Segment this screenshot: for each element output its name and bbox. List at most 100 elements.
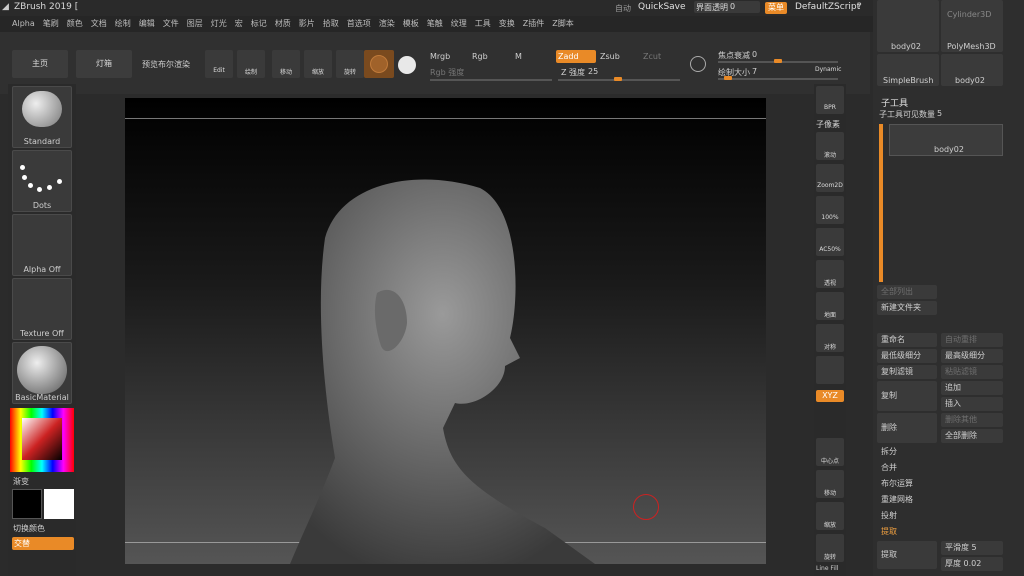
rgb-button[interactable]: Rgb bbox=[472, 52, 488, 61]
dynamic-button[interactable]: Dynamic bbox=[815, 66, 841, 73]
switch-color-button[interactable]: 切换颜色 bbox=[13, 523, 45, 534]
interface-transparency-slider[interactable]: 界面透明 0 bbox=[694, 1, 760, 13]
home-button[interactable]: 主页 bbox=[12, 50, 68, 78]
draw-size-knob[interactable] bbox=[724, 76, 732, 80]
extract-button[interactable]: 提取 bbox=[877, 541, 937, 569]
zadd-button[interactable]: Zadd bbox=[556, 50, 596, 63]
menu-color[interactable]: 颜色 bbox=[67, 16, 83, 32]
tool-thumb-polymesh[interactable]: Cylinder3D PolyMesh3D bbox=[941, 0, 1003, 52]
lock-icon[interactable] bbox=[816, 356, 844, 384]
quicksave-button[interactable]: QuickSave bbox=[638, 2, 686, 12]
tool-thumb-simplebrush[interactable]: SimpleBrush bbox=[877, 54, 939, 86]
material-thumb[interactable]: BasicMaterial bbox=[12, 342, 72, 404]
delete-all-button[interactable]: 全部删除 bbox=[941, 429, 1003, 443]
append-button[interactable]: 追加 bbox=[941, 381, 1003, 395]
focal-shift-knob[interactable] bbox=[774, 59, 782, 63]
move-button[interactable]: 移动 bbox=[272, 50, 300, 78]
menu-macro[interactable]: 宏 bbox=[235, 16, 243, 32]
delete-button[interactable]: 删除 bbox=[877, 413, 937, 443]
menu-tool[interactable]: 工具 bbox=[475, 16, 491, 32]
menu-zplugin[interactable]: Z插件 bbox=[523, 16, 544, 32]
merge-section[interactable]: 合并 bbox=[877, 461, 897, 475]
menu-alpha[interactable]: Alpha bbox=[12, 16, 35, 32]
stroke-dots-thumb[interactable]: Dots bbox=[12, 150, 72, 212]
color-picker[interactable] bbox=[10, 408, 74, 472]
menu-stencil[interactable]: 模板 bbox=[403, 16, 419, 32]
menu-texture[interactable]: 纹理 bbox=[451, 16, 467, 32]
rename-button[interactable]: 重命名 bbox=[877, 333, 937, 347]
bpr-preview-button[interactable]: 预览布尔渲染 bbox=[142, 59, 190, 70]
delete-other-button[interactable]: 删除其他 bbox=[941, 413, 1003, 427]
m-button[interactable]: M bbox=[515, 52, 522, 61]
z-intensity-knob[interactable] bbox=[614, 77, 622, 81]
perspective-button[interactable]: 透视 bbox=[816, 260, 844, 288]
duplicate-button[interactable]: 复制 bbox=[877, 381, 937, 411]
highest-subdiv-button[interactable]: 最高级细分 bbox=[941, 349, 1003, 363]
menu-draw[interactable]: 绘制 bbox=[115, 16, 131, 32]
scroll-button[interactable]: 滚动 bbox=[816, 132, 844, 160]
brush-standard-thumb[interactable]: Standard bbox=[12, 86, 72, 148]
subtool-item[interactable]: body02 bbox=[889, 124, 1003, 156]
menu-button[interactable]: 菜单 bbox=[765, 2, 787, 14]
menu-movie[interactable]: 影片 bbox=[299, 16, 315, 32]
paste-filter-button[interactable]: 粘贴滤镜 bbox=[941, 365, 1003, 379]
list-all-button[interactable]: 全部列出 bbox=[877, 285, 937, 299]
tool-thumb-body02-2[interactable]: body02 bbox=[941, 54, 1003, 86]
menu-material[interactable]: 材质 bbox=[275, 16, 291, 32]
auto-reorder-button[interactable]: 自动重排 bbox=[941, 333, 1003, 347]
material-swatch-icon[interactable] bbox=[364, 50, 394, 78]
texture-off-thumb[interactable]: Texture Off bbox=[12, 278, 72, 340]
menu-zscript[interactable]: Z脚本 bbox=[552, 16, 573, 32]
gyroscope-icon[interactable] bbox=[398, 56, 416, 74]
xyz-button[interactable]: XYZ bbox=[816, 390, 844, 402]
menu-picker[interactable]: 拾取 bbox=[323, 16, 339, 32]
thickness-slider[interactable]: 厚度 0.02 bbox=[941, 557, 1003, 571]
gradient-label[interactable]: 渐变 bbox=[13, 476, 29, 487]
boolean-section[interactable]: 布尔运算 bbox=[877, 477, 913, 491]
subtool-scrollbar[interactable] bbox=[879, 124, 883, 282]
smoothness-slider[interactable]: 平滑度 5 bbox=[941, 541, 1003, 555]
help-icon[interactable]: ? bbox=[857, 2, 862, 12]
menu-preferences[interactable]: 首选项 bbox=[347, 16, 371, 32]
rgb-intensity-slider[interactable] bbox=[430, 79, 552, 81]
rotate-view-button[interactable]: 旋转 bbox=[816, 534, 844, 562]
line-fill-button[interactable]: Line Fill bbox=[816, 565, 838, 572]
half-size-button[interactable]: AC50% bbox=[816, 228, 844, 256]
scale-button[interactable]: 缩放 bbox=[304, 50, 332, 78]
insert-button[interactable]: 插入 bbox=[941, 397, 1003, 411]
menu-layer[interactable]: 图层 bbox=[187, 16, 203, 32]
symmetry-button[interactable]: 对称 bbox=[816, 324, 844, 352]
zoom2d-button[interactable]: Zoom2D bbox=[816, 164, 844, 192]
draw-button[interactable]: 绘制 bbox=[237, 50, 265, 78]
alternate-button[interactable]: 交替 bbox=[12, 537, 74, 550]
floor-button[interactable]: 地面 bbox=[816, 292, 844, 320]
draw-size-slider[interactable] bbox=[718, 78, 838, 80]
menu-edit[interactable]: 编辑 bbox=[139, 16, 155, 32]
extract-section[interactable]: 提取 bbox=[877, 525, 897, 539]
split-section[interactable]: 拆分 bbox=[877, 445, 897, 459]
actual-size-button[interactable]: 100% bbox=[816, 196, 844, 224]
menu-marker[interactable]: 标记 bbox=[251, 16, 267, 32]
mrgb-button[interactable]: Mrgb bbox=[430, 52, 450, 61]
lowest-subdiv-button[interactable]: 最低级细分 bbox=[877, 349, 937, 363]
new-folder-button[interactable]: 新建文件夹 bbox=[877, 301, 937, 315]
project-section[interactable]: 投射 bbox=[877, 509, 897, 523]
menu-brush[interactable]: 笔刷 bbox=[43, 16, 59, 32]
tool-thumb-body02[interactable]: body02 bbox=[877, 0, 939, 52]
rotate-button[interactable]: 旋转 bbox=[336, 50, 364, 78]
subtool-header[interactable]: 子工具 bbox=[881, 96, 908, 109]
menu-light[interactable]: 灯光 bbox=[211, 16, 227, 32]
menu-transform[interactable]: 变换 bbox=[499, 16, 515, 32]
sculptris-pro-icon[interactable] bbox=[690, 56, 706, 72]
copy-filter-button[interactable]: 复制滤镜 bbox=[877, 365, 937, 379]
menu-stroke[interactable]: 笔触 bbox=[427, 16, 443, 32]
secondary-color-swatch[interactable] bbox=[44, 489, 74, 519]
alpha-off-thumb[interactable]: Alpha Off bbox=[12, 214, 72, 276]
menu-render[interactable]: 渲染 bbox=[379, 16, 395, 32]
lightbox-button[interactable]: 灯箱 bbox=[76, 50, 132, 78]
scale-view-button[interactable]: 缩放 bbox=[816, 502, 844, 530]
bpr-button[interactable]: BPR bbox=[816, 86, 844, 114]
menu-document[interactable]: 文档 bbox=[91, 16, 107, 32]
main-color-swatch[interactable] bbox=[12, 489, 42, 519]
default-zscript-button[interactable]: DefaultZScript bbox=[795, 2, 860, 12]
